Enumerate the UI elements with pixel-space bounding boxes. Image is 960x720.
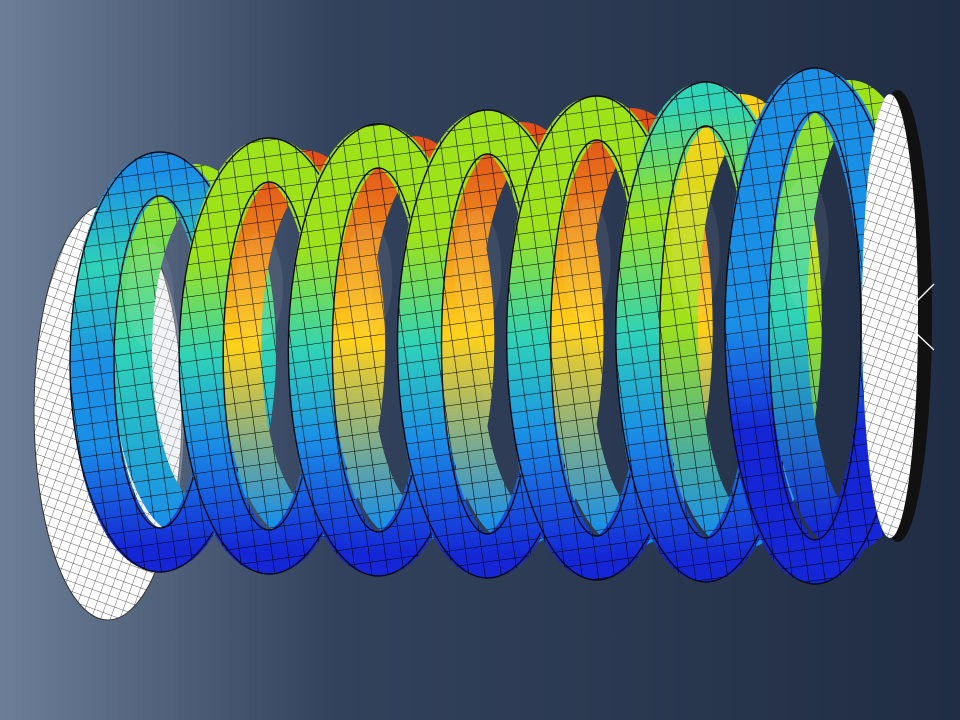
right-end-plate (862, 90, 932, 542)
fea-viewport[interactable] (0, 0, 960, 720)
fea-spring-scene (0, 0, 960, 720)
